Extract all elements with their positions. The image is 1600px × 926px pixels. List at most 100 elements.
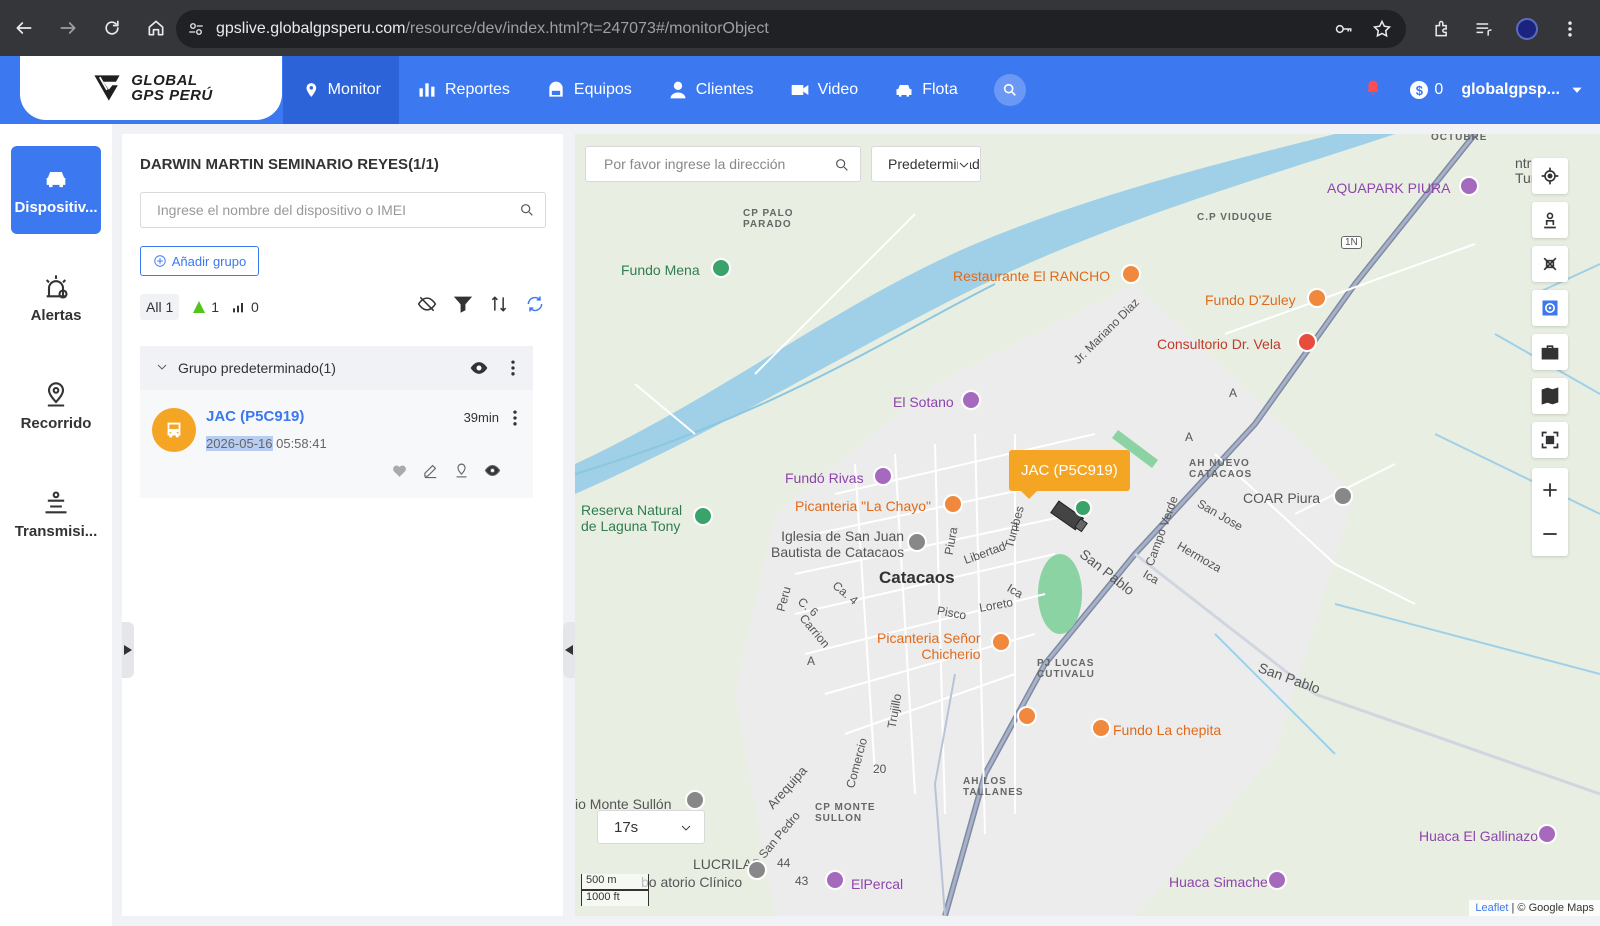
address-bar[interactable]: gpslive.globalgpsperu.com/resource/dev/i… bbox=[176, 10, 1406, 48]
nav-clientes[interactable]: Clientes bbox=[650, 56, 772, 124]
map-label-viduque: C.P VIDUQUE bbox=[1197, 212, 1273, 223]
leaflet-link[interactable]: Leaflet bbox=[1475, 902, 1508, 914]
address-search-input[interactable]: Por favor ingrese la dirección bbox=[585, 146, 861, 182]
media-queue-icon[interactable] bbox=[1474, 19, 1494, 39]
user-menu[interactable]: globalgpsp... bbox=[1461, 81, 1584, 99]
home-icon[interactable] bbox=[136, 8, 176, 48]
satellite-button[interactable] bbox=[1532, 246, 1568, 282]
zoom-out-button[interactable] bbox=[1532, 512, 1568, 556]
device-search-input[interactable]: Ingrese el nombre del dispositivo o IMEI bbox=[140, 192, 546, 228]
poi-pin-icon[interactable] bbox=[685, 790, 705, 810]
map-label-coar: COAR Piura bbox=[1243, 490, 1321, 506]
street-view-button[interactable] bbox=[1532, 202, 1568, 238]
track-pin-icon[interactable] bbox=[453, 462, 470, 479]
lab-pin-icon[interactable] bbox=[747, 860, 767, 880]
park-pin-icon[interactable] bbox=[693, 506, 713, 526]
refresh-interval-select[interactable]: 17s bbox=[597, 810, 705, 844]
map-pin-icon bbox=[306, 83, 317, 97]
nav-reportes[interactable]: Reportes bbox=[399, 56, 528, 124]
device-row[interactable]: JAC (P5C919) 39min 2026-05-16 05:58:41 bbox=[140, 390, 533, 498]
sort-icon[interactable] bbox=[489, 294, 509, 319]
site-settings-icon[interactable] bbox=[176, 20, 216, 38]
restaurant-pin-icon[interactable] bbox=[991, 632, 1011, 652]
fullscreen-icon bbox=[1541, 431, 1559, 449]
zoom-in-button[interactable] bbox=[1532, 468, 1568, 512]
minus-icon bbox=[1543, 533, 1557, 535]
school-pin-icon[interactable] bbox=[1333, 486, 1353, 506]
map-layer-select[interactable]: Predeterminado bbox=[871, 146, 981, 182]
nav-monitor[interactable]: Monitor bbox=[283, 56, 399, 124]
poi-pin-icon[interactable] bbox=[825, 870, 845, 890]
chevron-down-icon[interactable] bbox=[156, 360, 168, 376]
hide-icon[interactable] bbox=[417, 294, 437, 319]
fullscreen-button[interactable] bbox=[1532, 422, 1568, 458]
restaurant-pin-icon[interactable] bbox=[1307, 288, 1327, 308]
restaurant-pin-icon[interactable] bbox=[1121, 264, 1141, 284]
back-icon[interactable] bbox=[4, 8, 44, 48]
church-pin-icon[interactable] bbox=[907, 532, 927, 552]
balance-value: 0 bbox=[1434, 81, 1444, 98]
nav-flota[interactable]: Flota bbox=[876, 56, 976, 124]
reload-icon[interactable] bbox=[92, 8, 132, 48]
notification-bell-icon[interactable] bbox=[1364, 79, 1382, 102]
map-label-aquapark: AQUAPARK PIURA bbox=[1327, 180, 1451, 196]
truck-marker-icon[interactable] bbox=[1045, 498, 1093, 538]
poi-pin-icon[interactable] bbox=[961, 390, 981, 410]
toolbox-button[interactable] bbox=[1532, 334, 1568, 370]
group-header[interactable]: Grupo predeterminado(1) bbox=[140, 346, 533, 390]
forward-icon[interactable] bbox=[48, 8, 88, 48]
plus-circle-icon bbox=[154, 255, 166, 267]
poi-pin-icon[interactable] bbox=[1459, 176, 1479, 196]
poi-pin-icon[interactable] bbox=[1537, 824, 1557, 844]
app-header: GLOBAL GPS PERÚ Monitor Reportes Equipos… bbox=[0, 56, 1600, 124]
heart-icon[interactable] bbox=[391, 462, 408, 479]
logo[interactable]: GLOBAL GPS PERÚ bbox=[20, 56, 282, 120]
broadcast-icon bbox=[45, 490, 67, 513]
map-type-button[interactable] bbox=[1532, 378, 1568, 414]
extensions-icon[interactable] bbox=[1432, 19, 1452, 39]
device-name[interactable]: JAC (P5C919) bbox=[206, 408, 304, 425]
status-filters: All 1 1 0 bbox=[140, 294, 259, 320]
bookmark-star-icon[interactable] bbox=[1372, 19, 1392, 39]
collapse-left-handle[interactable] bbox=[122, 622, 134, 678]
park-pin-icon[interactable] bbox=[711, 258, 731, 278]
balance[interactable]: $ 0 bbox=[1410, 81, 1443, 99]
nav-equipos[interactable]: Equipos bbox=[528, 56, 650, 124]
rail-dispositivos[interactable]: Dispositiv... bbox=[11, 146, 101, 234]
restaurant-pin-icon[interactable] bbox=[943, 494, 963, 514]
map-label-a-2: A bbox=[807, 654, 816, 668]
follow-button[interactable] bbox=[1532, 290, 1568, 326]
rail-transmision[interactable]: Transmisi... bbox=[11, 470, 101, 558]
locate-button[interactable] bbox=[1532, 158, 1568, 194]
edit-icon[interactable] bbox=[422, 462, 439, 479]
map-label-a-3: A bbox=[1185, 430, 1194, 444]
vehicle-label[interactable]: JAC (P5C919) bbox=[1009, 450, 1130, 499]
car-icon bbox=[896, 85, 912, 97]
filter-online[interactable]: 1 bbox=[191, 299, 219, 315]
eye-icon[interactable] bbox=[469, 358, 489, 378]
map[interactable]: Por favor ingrese la dirección Predeterm… bbox=[575, 134, 1600, 916]
nav-video[interactable]: Video bbox=[772, 56, 877, 124]
filter-all[interactable]: All 1 bbox=[140, 294, 180, 320]
restaurant-pin-icon[interactable] bbox=[1091, 718, 1111, 738]
filter-offline[interactable]: 0 bbox=[231, 299, 259, 315]
poi-pin-icon[interactable] bbox=[873, 466, 893, 486]
more-vertical-icon[interactable] bbox=[505, 408, 525, 433]
add-group-button[interactable]: Añadir grupo bbox=[140, 246, 259, 276]
filter-icon[interactable] bbox=[453, 294, 473, 319]
more-vertical-icon[interactable] bbox=[503, 358, 523, 378]
rail-recorrido[interactable]: Recorrido bbox=[11, 362, 101, 450]
poi-pin-icon[interactable] bbox=[1267, 870, 1287, 890]
restaurant-pin-icon[interactable] bbox=[1017, 706, 1037, 726]
refresh-icon[interactable] bbox=[525, 294, 545, 319]
rail-alertas[interactable]: Alertas bbox=[11, 254, 101, 342]
medical-pin-icon[interactable] bbox=[1297, 332, 1317, 352]
profile-avatar[interactable] bbox=[1516, 18, 1538, 40]
global-search-button[interactable] bbox=[993, 74, 1026, 106]
eye-icon[interactable] bbox=[484, 462, 501, 479]
password-key-icon[interactable] bbox=[1334, 19, 1354, 39]
map-label-iglesia: Iglesia de San Juan Bautista de Catacaos bbox=[771, 528, 905, 560]
browser-menu-icon[interactable] bbox=[1560, 19, 1580, 39]
device-actions bbox=[391, 462, 501, 479]
collapse-panel-handle[interactable] bbox=[563, 622, 575, 678]
